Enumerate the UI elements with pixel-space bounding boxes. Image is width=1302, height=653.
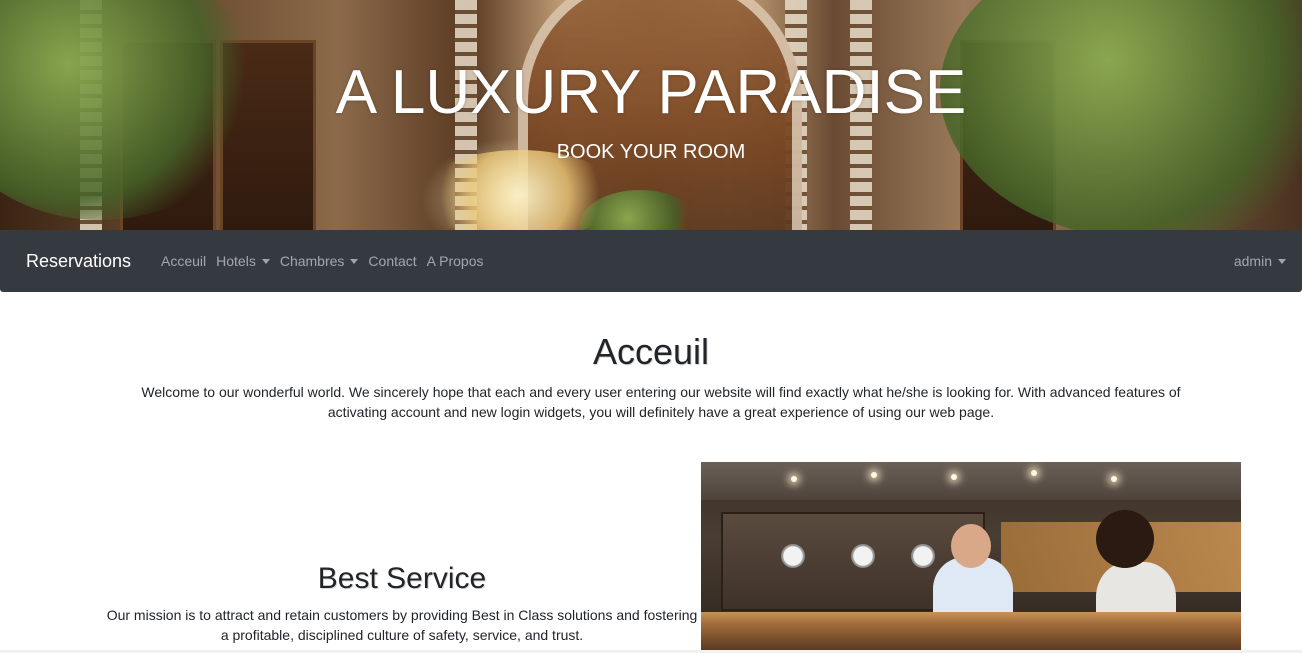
reception-ceiling: [701, 462, 1241, 500]
guest-head: [1096, 510, 1154, 568]
ceiling-light: [1111, 476, 1117, 482]
ceiling-light: [871, 472, 877, 478]
intro-text: Welcome to our wonderful world. We since…: [141, 384, 1181, 420]
hero-title: A LUXURY PARADISE: [335, 58, 967, 127]
receptionist-head: [951, 524, 991, 568]
reception-counter: [701, 612, 1241, 650]
nav-link-hotels[interactable]: Hotels: [216, 251, 270, 271]
caret-down-icon: [261, 259, 270, 264]
nav-link-label: A Propos: [426, 253, 484, 269]
nav-links: Acceuil Hotels Chambres Contact A Propos: [161, 251, 494, 271]
service-title: Best Service: [317, 562, 487, 595]
page-title: Acceuil: [592, 331, 710, 372]
caret-down-icon: [350, 259, 359, 264]
nav-link-label: Acceuil: [161, 253, 207, 269]
caret-down-icon: [1278, 259, 1286, 264]
navbar-brand[interactable]: Reservations: [26, 249, 131, 273]
wall-clock: [911, 544, 935, 568]
wall-clock: [851, 544, 875, 568]
reception-image: [701, 462, 1241, 650]
hero-banner: A LUXURY PARADISE BOOK YOUR ROOM: [0, 0, 1302, 230]
user-menu-label: admin: [1233, 253, 1272, 269]
nav-link-chambres[interactable]: Chambres: [280, 251, 359, 271]
ceiling-light: [951, 474, 957, 480]
navbar: Reservations Acceuil Hotels Chambres Con…: [0, 230, 1302, 292]
nav-link-label: Hotels: [216, 253, 256, 269]
wall-clock: [781, 544, 805, 568]
hero-subtitle: BOOK YOUR ROOM: [556, 141, 746, 163]
ceiling-light: [791, 476, 797, 482]
nav-link-label: Contact: [368, 253, 417, 269]
user-menu[interactable]: admin: [1234, 251, 1286, 271]
nav-link-a-propos[interactable]: A Propos: [427, 251, 484, 271]
nav-link-label: Chambres: [279, 253, 345, 269]
nav-link-contact[interactable]: Contact: [368, 251, 416, 271]
service-text: Our mission is to attract and retain cus…: [106, 607, 698, 643]
nav-link-acceuil[interactable]: Acceuil: [161, 251, 206, 271]
ceiling-light: [1031, 470, 1037, 476]
